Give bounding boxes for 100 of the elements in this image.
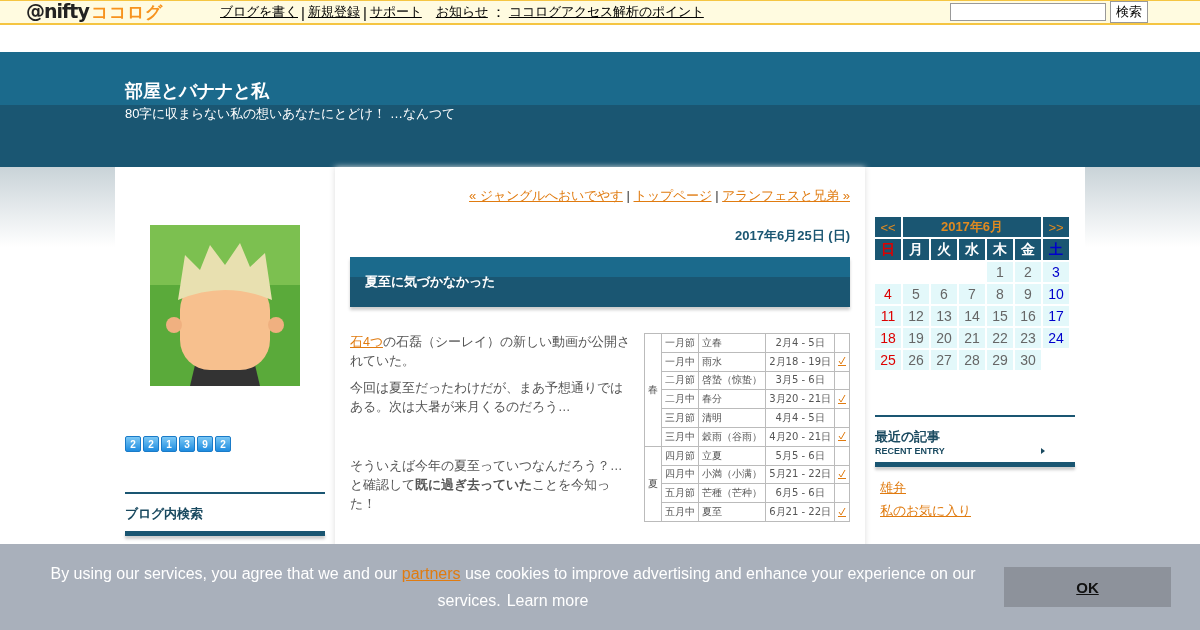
- table-cell: 立夏: [698, 446, 766, 466]
- calendar-day[interactable]: 14: [959, 306, 985, 326]
- blog-title[interactable]: 部屋とバナナと私: [125, 79, 1200, 103]
- table-cell: 4月20 - 21日: [765, 427, 835, 447]
- calendar-day[interactable]: 11: [875, 306, 901, 326]
- post-title: 夏至に気づかなかった: [350, 257, 850, 307]
- table-cell: 6月5 - 6日: [765, 483, 835, 503]
- weekday-header: 月: [903, 239, 929, 260]
- section-heading: ブログ内検索: [125, 505, 204, 523]
- separator: |: [714, 188, 720, 203]
- calendar-day[interactable]: 6: [931, 284, 957, 304]
- counter-digit: 3: [179, 436, 195, 452]
- weekday-header: 水: [959, 239, 985, 260]
- nav-link[interactable]: « ジャングルへおいでやす: [469, 188, 623, 203]
- notice-link[interactable]: お知らせ: [435, 3, 488, 21]
- table-cell: 三月中: [661, 427, 699, 447]
- search-button[interactable]: 検索: [1110, 1, 1148, 23]
- table-cell: 二月節: [661, 371, 699, 390]
- table-cell: 春分: [698, 389, 766, 409]
- calendar-day[interactable]: 10: [1043, 284, 1069, 304]
- weekday-header: 火: [931, 239, 957, 260]
- calendar-day[interactable]: 1: [987, 262, 1013, 282]
- counter-digit: 1: [161, 436, 177, 452]
- table-cell: 五月節: [661, 483, 699, 503]
- table-cell: 夏至: [698, 502, 766, 522]
- text-link[interactable]: 石4つ: [350, 335, 383, 349]
- table-cell: 3月20 - 21日: [765, 389, 835, 409]
- calendar-day[interactable]: 30: [1015, 350, 1041, 370]
- paragraph: そういえば今年の夏至っていつなんだろう？…と確認して既に過ぎ去っていたことを今知った！: [350, 458, 624, 513]
- calendar-day[interactable]: 12: [903, 306, 929, 326]
- calendar-day[interactable]: 16: [1015, 306, 1041, 326]
- post-date: 2017年6月25日 (日): [734, 227, 850, 245]
- table-cell: 春: [644, 333, 662, 447]
- blog-subtitle: 80字に収まらない私の想いあなたにとどけ！ …なんつて: [125, 105, 457, 123]
- logo[interactable]: @niftyココログ: [26, 0, 220, 24]
- calendar-day[interactable]: 13: [931, 306, 957, 326]
- table-cell: 一月中: [661, 352, 699, 372]
- table-cell: 一月節: [661, 333, 699, 353]
- calendar-day[interactable]: 8: [987, 284, 1013, 304]
- calendar-day[interactable]: 18: [875, 328, 901, 348]
- counter-digit: 2: [125, 436, 141, 452]
- calendar-day[interactable]: 17: [1043, 306, 1069, 326]
- weekday-header: 土: [1043, 239, 1069, 260]
- section-heading: 最近の記事: [875, 428, 941, 446]
- paragraph: 石4つの石磊（シーレイ）の新しい動画が公開されていた。: [350, 334, 631, 370]
- calendar-day[interactable]: 2: [1015, 262, 1041, 282]
- table-cell: 立春: [698, 333, 766, 353]
- table-cell: 小満（小满）: [698, 465, 766, 484]
- top-link[interactable]: 新規登録: [307, 3, 360, 21]
- table-cell: 5月21 - 22日: [765, 465, 835, 484]
- table-cell: 穀雨（谷雨）: [698, 427, 766, 447]
- top-link[interactable]: サポート: [369, 3, 422, 21]
- next-month-link[interactable]: >>: [1043, 217, 1069, 237]
- recent-entry-link[interactable]: 雄弁: [880, 479, 1070, 497]
- calendar-day[interactable]: 5: [903, 284, 929, 304]
- calendar-day[interactable]: 7: [959, 284, 985, 304]
- table-cell: 3月5 - 6日: [765, 371, 835, 390]
- nav-link[interactable]: アランフェスと兄弟 »: [722, 188, 850, 203]
- calendar-day[interactable]: 9: [1015, 284, 1041, 304]
- counter-digit: 9: [197, 436, 213, 452]
- table-cell: 夏: [644, 446, 662, 522]
- recent-entry-link[interactable]: 私のお気に入り: [880, 502, 1070, 520]
- calendar-day[interactable]: 23: [1015, 328, 1041, 348]
- search-field[interactable]: [950, 3, 1106, 21]
- calendar-day[interactable]: 19: [903, 328, 929, 348]
- ok-button[interactable]: OK: [1004, 567, 1171, 607]
- notice-article-link[interactable]: ココログアクセス解析のポイント: [508, 3, 704, 21]
- table-cell: 三月節: [661, 408, 699, 428]
- calendar-day[interactable]: 4: [875, 284, 901, 304]
- calendar-day[interactable]: 29: [987, 350, 1013, 370]
- table-cell: 芒種（芒种）: [698, 483, 766, 503]
- calendar-day[interactable]: 15: [987, 306, 1013, 326]
- table-cell: 清明: [698, 408, 766, 428]
- prev-month-link[interactable]: <<: [875, 217, 901, 237]
- table-cell: 二月中: [661, 389, 699, 409]
- table-cell: 4月4 - 5日: [765, 408, 835, 428]
- top-link[interactable]: ブログを書く: [220, 3, 298, 21]
- calendar-day[interactable]: 28: [959, 350, 985, 370]
- calendar-day[interactable]: 27: [931, 350, 957, 370]
- colon: ：: [490, 2, 506, 22]
- table-cell: 啓蟄（惊蛰）: [698, 371, 766, 390]
- calendar-day[interactable]: 3: [1043, 262, 1069, 282]
- triangle-icon: [1041, 448, 1045, 454]
- table-cell: 2月4 - 5日: [765, 333, 835, 353]
- nav-link[interactable]: トップページ: [633, 188, 712, 203]
- calendar-day[interactable]: 22: [987, 328, 1013, 348]
- calendar-day[interactable]: 25: [875, 350, 901, 370]
- calendar-day[interactable]: 26: [903, 350, 929, 370]
- section-subheading: RECENT ENTRY: [875, 446, 945, 456]
- calendar-day[interactable]: 20: [931, 328, 957, 348]
- paragraph: 今回は夏至だったわけだが、まあ予想通りではある。次は大暑が来月くるのだろう…: [350, 380, 624, 416]
- calendar-day[interactable]: 24: [1043, 328, 1069, 348]
- logo-brand: @nifty: [26, 0, 89, 22]
- separator: |: [625, 188, 631, 203]
- separator: |: [301, 3, 305, 21]
- table-cell: 2月18 - 19日: [765, 352, 835, 372]
- logo-service: ココログ: [90, 2, 163, 24]
- table-cell: 四月中: [661, 465, 699, 484]
- calendar-day[interactable]: 21: [959, 328, 985, 348]
- table-cell: 6月21 - 22日: [765, 502, 835, 522]
